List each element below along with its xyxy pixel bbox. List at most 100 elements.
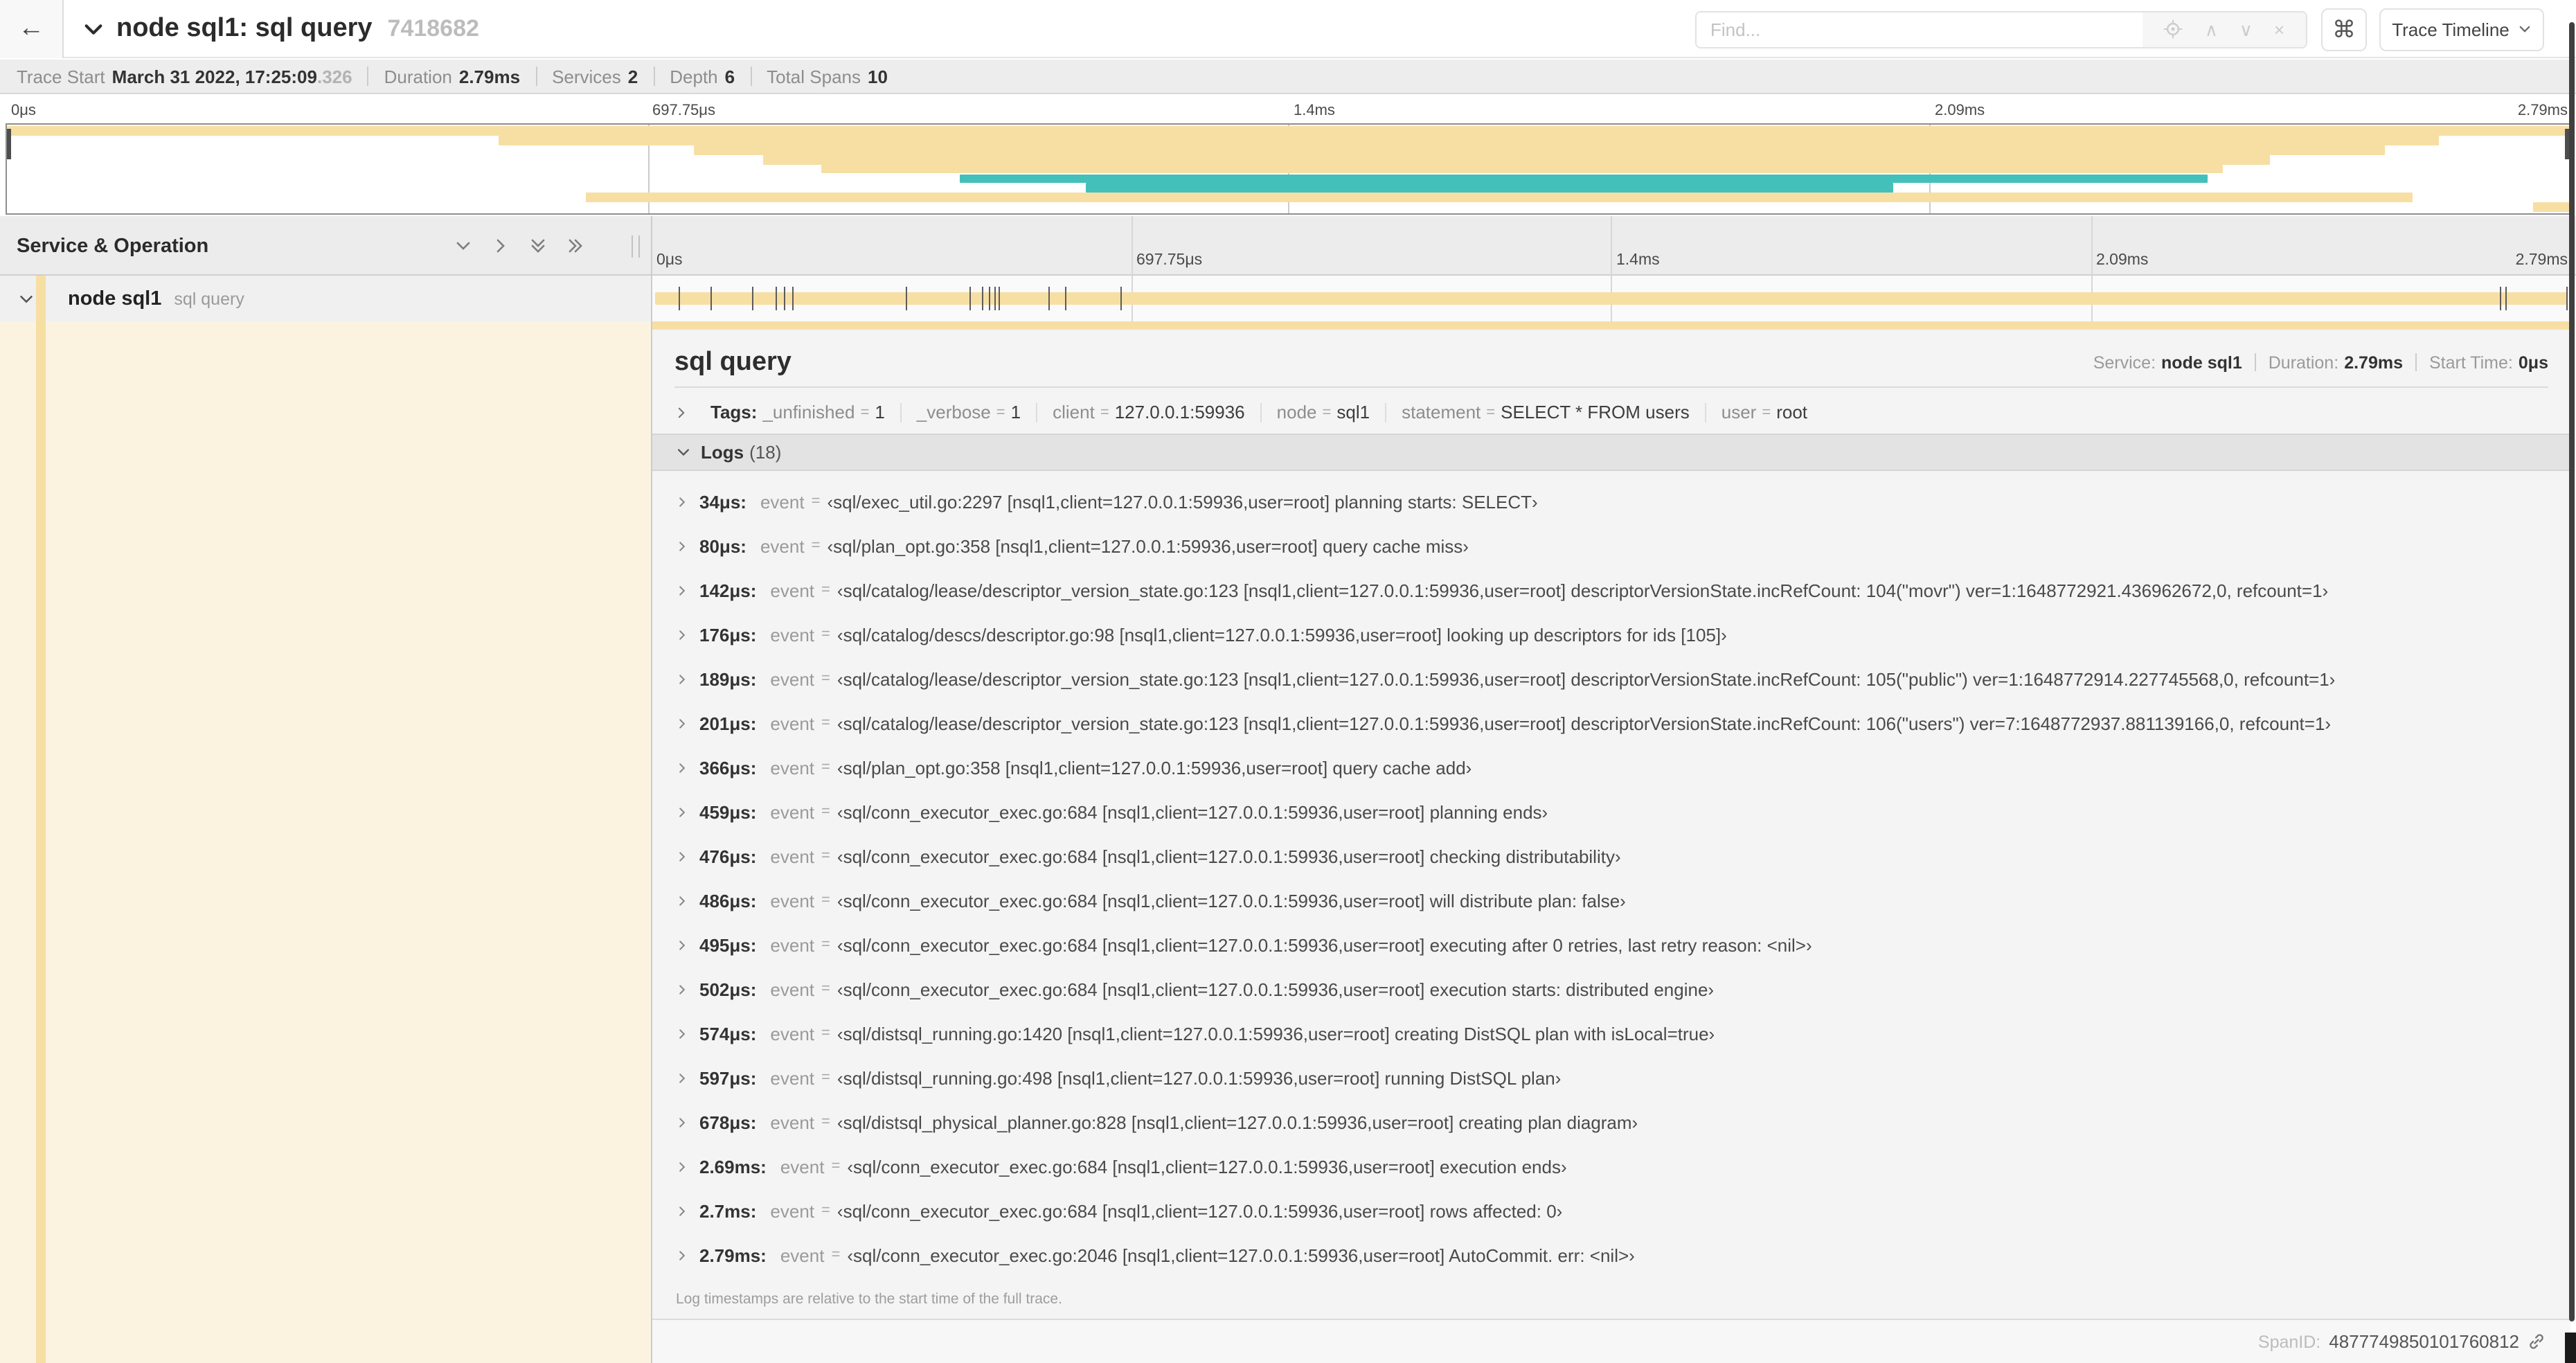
log-row[interactable]: 476μs: event = ‹sql/conn_executor_exec.go:6… (652, 834, 2570, 878)
log-field-key: event (770, 890, 815, 911)
equals-sign: = (821, 759, 830, 776)
viewport-scrubber-left-handle[interactable] (7, 129, 11, 159)
find-box: ∧ ∨ × (1695, 11, 2307, 48)
back-button[interactable]: ← (0, 0, 64, 58)
divider (1260, 402, 1262, 422)
log-row[interactable]: 678μs: event = ‹sql/distsql_physical_planne… (652, 1100, 2570, 1144)
column-divider (651, 216, 652, 1363)
page-title: node sql1: sql query (116, 14, 373, 43)
log-field-value: ‹sql/conn_executor_exec.go:2046 [nsql1,c… (847, 1245, 1635, 1265)
expand-one-chevron-right-icon[interactable] (492, 237, 510, 255)
collapse-trace-chevron-down-icon[interactable] (83, 19, 104, 39)
scrollbar-corner (2565, 1333, 2576, 1363)
find-clear-icon[interactable]: × (2274, 21, 2284, 39)
log-field-value: ‹sql/conn_executor_exec.go:684 [nsql1,cl… (837, 1200, 1563, 1221)
log-chevron-right-icon (676, 938, 688, 951)
span-detail-header[interactable]: sql query Service: node sql1 Duration: 2… (674, 338, 2548, 388)
find-input[interactable] (1697, 12, 2143, 47)
log-row[interactable]: 176μs: event = ‹sql/catalog/descs/descripto… (652, 612, 2570, 657)
time-tick-label: 1.4ms (1294, 103, 1335, 119)
collapse-one-chevron-down-icon[interactable] (454, 237, 472, 255)
collapse-all-double-chevron-down-icon[interactable] (529, 237, 547, 255)
log-row[interactable]: 2.69ms: event = ‹sql/conn_executor_exec.go:… (652, 1144, 2570, 1188)
log-timestamp: 2.7ms: (699, 1200, 757, 1221)
log-chevron-right-icon (676, 1204, 688, 1217)
span-expand-chevron-down-icon[interactable] (18, 290, 35, 307)
log-field-value: ‹sql/conn_executor_exec.go:684 [nsql1,cl… (837, 979, 1715, 999)
tags-chevron-right-icon (674, 405, 688, 419)
divider (367, 66, 369, 86)
minimap-span-bar (586, 193, 2413, 203)
log-row[interactable]: 2.7ms: event = ‹sql/conn_executor_exec.go:6… (652, 1188, 2570, 1233)
log-tick-marker (999, 287, 1001, 310)
trace-view-label: Trace Timeline (2392, 19, 2510, 40)
log-timestamp: 574μs: (699, 1023, 757, 1044)
log-timestamp: 486μs: (699, 890, 757, 911)
column-resizer-handle[interactable] (632, 235, 640, 258)
log-chevron-right-icon (676, 850, 688, 862)
log-row[interactable]: 34μs: event = ‹sql/exec_util.go:2297 [nsql1… (652, 479, 2570, 524)
span-row-service-cell[interactable]: node sql1 sql query (0, 276, 651, 321)
trace-title-group: node sql1: sql query 7418682 (83, 0, 479, 58)
log-row[interactable]: 495μs: event = ‹sql/conn_executor_exec.go:6… (652, 923, 2570, 967)
log-field-value: ‹sql/conn_executor_exec.go:684 [nsql1,cl… (847, 1156, 1567, 1177)
equals-sign: = (821, 1202, 830, 1219)
timeline-gridline (2091, 216, 2092, 330)
minimap-span-bar (499, 135, 2439, 145)
equals-sign: = (811, 537, 821, 554)
equals-sign: = (821, 1025, 830, 1042)
match-highlight-icon[interactable] (2164, 19, 2183, 41)
log-timestamp: 189μs: (699, 668, 757, 689)
logs-accordion-header[interactable]: Logs (18) (652, 434, 2570, 471)
log-timestamp: 459μs: (699, 801, 757, 822)
keyboard-shortcuts-button[interactable]: ⌘ (2321, 8, 2367, 51)
top-bar: ← node sql1: sql query 7418682 ∧ ∨ × ⌘ (0, 0, 2576, 58)
vertical-scrollbar[interactable] (2569, 22, 2575, 1321)
trace-view-selector[interactable]: Trace Timeline (2379, 8, 2544, 51)
tags-accordion[interactable]: Tags: _unfinished = 1 _verbose = 1 client = 127.… (674, 402, 2548, 422)
find-prev-icon[interactable]: ∧ (2205, 21, 2218, 39)
selected-span-bar-strip (652, 321, 2570, 330)
find-next-icon[interactable]: ∨ (2239, 21, 2253, 39)
log-row[interactable]: 201μs: event = ‹sql/catalog/lease/descripto… (652, 701, 2570, 745)
log-row[interactable]: 459μs: event = ‹sql/conn_executor_exec.go:6… (652, 790, 2570, 834)
tag-value: 127.0.0.1:59936 (1114, 402, 1245, 422)
log-timestamp: 176μs: (699, 624, 757, 645)
expand-all-double-chevron-right-icon[interactable] (566, 237, 584, 255)
command-icon: ⌘ (2332, 16, 2356, 42)
log-timestamp: 495μs: (699, 934, 757, 955)
logs-count: (18) (749, 442, 782, 463)
log-row[interactable]: 366μs: event = ‹sql/plan_opt.go:358 [nsql1,… (652, 745, 2570, 790)
divider (653, 66, 655, 86)
deep-link-icon[interactable] (2528, 1333, 2546, 1351)
span-duration-bar[interactable] (655, 292, 2568, 305)
log-field-key: event (770, 757, 815, 778)
log-row[interactable]: 502μs: event = ‹sql/conn_executor_exec.go:6… (652, 967, 2570, 1011)
minimap-span-bar (960, 174, 2208, 184)
log-row[interactable]: 486μs: event = ‹sql/conn_executor_exec.go:6… (652, 878, 2570, 923)
log-row[interactable]: 142μs: event = ‹sql/catalog/lease/descripto… (652, 568, 2570, 612)
log-tick-marker (2505, 287, 2507, 310)
log-row[interactable]: 597μs: event = ‹sql/distsql_running.go:498 … (652, 1055, 2570, 1100)
equals-sign: = (821, 715, 830, 731)
log-field-value: ‹sql/conn_executor_exec.go:684 [nsql1,cl… (837, 934, 1812, 955)
log-field-key: event (770, 668, 815, 689)
logs-label: Logs (701, 442, 744, 463)
log-tick-marker (1120, 287, 1122, 310)
minimap-span-bar (762, 154, 2270, 165)
timeline-minimap[interactable] (6, 123, 2570, 215)
log-field-value: ‹sql/conn_executor_exec.go:684 [nsql1,cl… (837, 846, 1621, 866)
log-chevron-right-icon (676, 1027, 688, 1040)
log-chevron-right-icon (676, 717, 688, 729)
log-row[interactable]: 2.79ms: event = ‹sql/conn_executor_exec.go:… (652, 1233, 2570, 1277)
minimap-span-bar (2533, 202, 2569, 213)
log-chevron-right-icon (676, 495, 688, 508)
equals-sign: = (821, 892, 830, 909)
log-tick-marker (784, 287, 786, 310)
log-row[interactable]: 80μs: event = ‹sql/plan_opt.go:358 [nsql1,c… (652, 524, 2570, 568)
span-detail-stats: Service: node sql1 Duration: 2.79ms Star… (2093, 353, 2548, 372)
log-row[interactable]: 574μs: event = ‹sql/distsql_running.go:1420… (652, 1011, 2570, 1055)
log-row[interactable]: 189μs: event = ‹sql/catalog/lease/descripto… (652, 657, 2570, 701)
log-field-value: ‹sql/distsql_running.go:498 [nsql1,clien… (837, 1067, 1562, 1088)
divider (1704, 402, 1706, 422)
